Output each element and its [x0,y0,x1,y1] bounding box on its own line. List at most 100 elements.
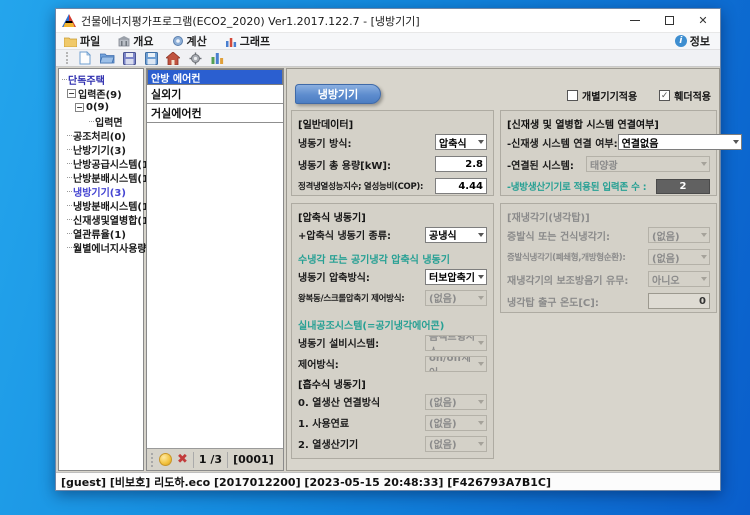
menu-overview[interactable]: 개요 [118,33,153,49]
selected-value: 아니오 [652,272,680,287]
evap-cooler-circulation-select: (없음) [648,249,710,265]
save-as-button[interactable] [143,50,159,66]
menu-graph[interactable]: 그래프 [225,33,270,49]
folder-icon [64,36,77,47]
linked-system-label: -연결된 시스템: [507,157,574,172]
selected-value: on/off제어 [429,356,476,372]
total-capacity-input[interactable]: 2.8 [435,156,487,172]
close-button[interactable]: ✕ [686,9,720,32]
selected-value: (없음) [429,436,457,451]
dropdown-arrow-icon [478,233,484,237]
delete-icon[interactable]: ✖ [177,453,188,466]
compression-method-label: 냉동기 압축방식: [298,269,370,284]
renewable-link-group: [신재생 및 열병합 시스템 연결여부] -신재생 시스템 연결 여부: 연결없… [500,110,717,196]
save-button[interactable] [121,50,137,66]
refrigerator-method-label: 냉동기 방식: [298,135,351,150]
fuel-select: (없음) [425,415,487,431]
info-button[interactable]: i 정보 [675,33,710,49]
tree-item-renewable[interactable]: 신재생및열병합(1) [59,212,143,226]
tree-item-monthly-energy[interactable]: 월별에너지사용량 [59,240,143,254]
toolbar-grip [66,52,69,64]
window-title: 건물에너지평가프로그램(ECO2_2020) Ver1.2017.122.7 -… [81,13,420,29]
selected-value: 태양광 [590,157,618,172]
tree-item-heating-device[interactable]: 난방기기(3) [59,142,143,156]
header-apply-checkbox-wrap[interactable]: 훼더적용 [659,88,711,103]
compression-refrigerator-group: [압축식 냉동기] +압축식 냉동기 종류: 공냉식 수냉각 또는 공기냉각 압… [291,203,494,459]
maximize-button[interactable] [652,9,686,32]
seal-badge-icon[interactable] [159,453,172,466]
compression-method-select[interactable]: 터보압축기 [425,269,487,285]
list-item-bedroom-ac[interactable]: 안방 에어컨 [147,69,283,85]
control-method-label: 제어방식: [298,356,339,371]
tree-item-heating-dist[interactable]: 난방분배시스템(1) [59,170,143,184]
settings-button[interactable] [187,50,203,66]
header-apply-checkbox[interactable] [659,90,670,101]
menu-graph-label: 그래프 [240,33,270,49]
water-air-cooling-heading: 수냉각 또는 공기냉각 압축식 냉동기 [298,250,487,266]
toolbar-chart-icon [211,52,224,64]
minimize-button[interactable] [618,9,652,32]
dropdown-arrow-icon [701,277,707,281]
cop-input[interactable]: 4.44 [435,178,487,194]
tree-item-house[interactable]: 단독주택 [59,72,143,86]
graph-button[interactable] [209,50,225,66]
linked-system-select: 태양광 [586,156,710,172]
tree-item-air-handling[interactable]: 공조처리(0) [59,128,143,142]
tab-cooling-device[interactable]: 냉방기기 [295,84,381,104]
selected-value: (없음) [429,290,457,305]
dropdown-arrow-icon [733,140,739,144]
compressor-type-select[interactable]: 공냉식 [425,227,487,243]
new-file-button[interactable] [77,50,93,66]
dropdown-arrow-icon [478,421,484,425]
menu-file[interactable]: 파일 [64,33,100,49]
refrigerator-method-select[interactable]: 압축식 [435,134,487,150]
home-icon [166,52,180,65]
selected-value: (없음) [429,394,457,409]
heat-link-method-label: 0. 열생산 연결방식 [298,394,380,409]
individual-device-checkbox-wrap[interactable]: 개별기기적용 [567,88,637,103]
renewable-link-select[interactable]: 연결없음 [618,134,742,150]
tree-item-input-surface[interactable]: 입력면 [59,114,143,128]
open-folder-icon [100,52,115,64]
selected-value: (없음) [652,228,680,243]
renewable-link-label: -신재생 시스템 연결 여부: [507,135,618,150]
general-data-group: [일반데이터] 냉동기 방식: 압축식 냉동기 총 용량[kW]: 2.8 정격… [291,110,494,196]
list-bar-grip [151,453,154,467]
tree-item-input-zone[interactable]: −입력존(9) [59,86,143,100]
save-as-icon [145,52,158,65]
menu-calc[interactable]: 계산 [172,33,207,49]
cop-label: 정격냉열성능지수; 열성능비(COP): [298,180,423,192]
tree-expander-icon[interactable]: − [75,103,84,112]
app-window: 건물에너지평가프로그램(ECO2_2020) Ver1.2017.122.7 -… [55,8,721,491]
individual-device-checkbox[interactable] [567,90,578,101]
total-capacity-label: 냉동기 총 용량[kW]: [298,157,391,172]
tree-item-zone-0[interactable]: −0(9) [59,100,143,114]
status-bar: [guest] [비보호] 리도하.eco [2017012200] [2023… [56,472,720,490]
compressor-type-label: +압축식 냉동기 종류: [298,227,391,242]
recip-scroll-control-label: 왕복동/스크롤압축기 제어방식: [298,292,404,304]
renewable-link-title: [신재생 및 열병합 시스템 연결여부] [507,116,710,131]
dropdown-arrow-icon [478,275,484,279]
selected-value: 압축식 [439,135,467,150]
tree-item-cooling-dist[interactable]: 냉방분배시스템(1) [59,198,143,212]
tree-item-u-value[interactable]: 열관류율(1) [59,226,143,240]
save-icon [123,52,136,65]
dropdown-arrow-icon [478,341,484,345]
home-button[interactable] [165,50,181,66]
tree-item-cooling-device[interactable]: 냉방기기(3) [59,184,143,198]
app-logo-icon [62,14,76,27]
cooling-device-form-panel: 냉방기기 개별기기적용 훼더적용 [일반데이터] 냉동기 방식: 압축식 [286,68,720,471]
dropdown-arrow-icon [478,400,484,404]
device-list-panel: 안방 에어컨 실외기 거실에어컨 ✖ 1 /3 [0001] [146,68,284,471]
page-indicator: 1 /3 [199,453,222,466]
list-item-outdoor-unit[interactable]: 실외기 [147,85,283,104]
heat-producer-label: 2. 열생산기기 [298,436,358,451]
header-apply-label: 훼더적용 [674,88,711,103]
list-item-living-ac[interactable]: 거실에어컨 [147,104,283,123]
tool-bar [56,49,720,67]
gear-icon [172,35,184,47]
tree-item-heating-supply[interactable]: 난방공급시스템(1) [59,156,143,170]
info-icon: i [675,35,687,47]
tree-expander-icon[interactable]: − [67,89,76,98]
open-file-button[interactable] [99,50,115,66]
